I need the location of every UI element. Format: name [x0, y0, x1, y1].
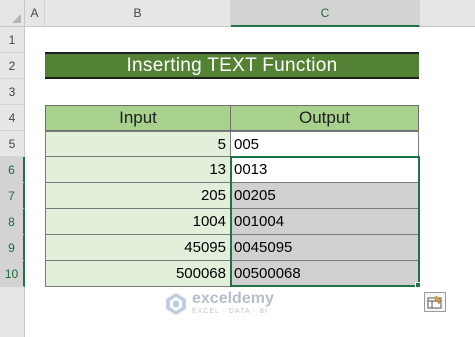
watermark: exceldemy EXCEL · DATA · BI: [164, 291, 274, 316]
row-header-5[interactable]: 5: [0, 131, 25, 157]
row-header-empty: [0, 287, 25, 337]
column-header-b[interactable]: B: [45, 0, 231, 27]
fill-handle[interactable]: [415, 282, 421, 288]
output-cell-c10[interactable]: 00500068: [230, 260, 419, 287]
watermark-name: exceldemy: [192, 290, 274, 307]
row-header-4[interactable]: 4: [0, 105, 25, 131]
row-header-10[interactable]: 10: [0, 261, 25, 287]
watermark-tagline: EXCEL · DATA · BI: [192, 308, 268, 315]
row-header-8[interactable]: 8: [0, 209, 25, 235]
output-cell-c6[interactable]: 0013: [230, 156, 419, 183]
quick-analysis-button[interactable]: [424, 292, 446, 312]
input-cell-b8[interactable]: 1004: [45, 208, 231, 235]
row-header-1[interactable]: 1: [0, 27, 25, 53]
header-input[interactable]: Input: [45, 105, 231, 131]
output-cell-c5[interactable]: 005: [230, 131, 419, 157]
exceldemy-logo-icon: [166, 292, 186, 315]
select-all-corner[interactable]: [0, 0, 25, 27]
header-output[interactable]: Output: [230, 105, 419, 131]
row-header-7[interactable]: 7: [0, 183, 25, 209]
row-header-3[interactable]: 3: [0, 79, 25, 105]
title-cell[interactable]: Inserting TEXT Function: [45, 52, 419, 79]
input-cell-b9[interactable]: 45095: [45, 234, 231, 261]
output-cell-c9[interactable]: 0045095: [230, 234, 419, 261]
column-header-c[interactable]: C: [231, 0, 420, 27]
row-header-2[interactable]: 2: [0, 53, 25, 79]
column-header-a[interactable]: A: [25, 0, 45, 27]
input-cell-b7[interactable]: 205: [45, 182, 231, 209]
input-cell-b6[interactable]: 13: [45, 156, 231, 183]
output-cell-c8[interactable]: 001004: [230, 208, 419, 235]
column-header-empty[interactable]: [420, 0, 475, 27]
row-header-9[interactable]: 9: [0, 235, 25, 261]
row-header-6[interactable]: 6: [0, 157, 25, 183]
input-cell-b10[interactable]: 500068: [45, 260, 231, 287]
input-cell-b5[interactable]: 5: [45, 131, 231, 157]
quick-analysis-icon: [427, 295, 442, 309]
output-cell-c7[interactable]: 00205: [230, 182, 419, 209]
